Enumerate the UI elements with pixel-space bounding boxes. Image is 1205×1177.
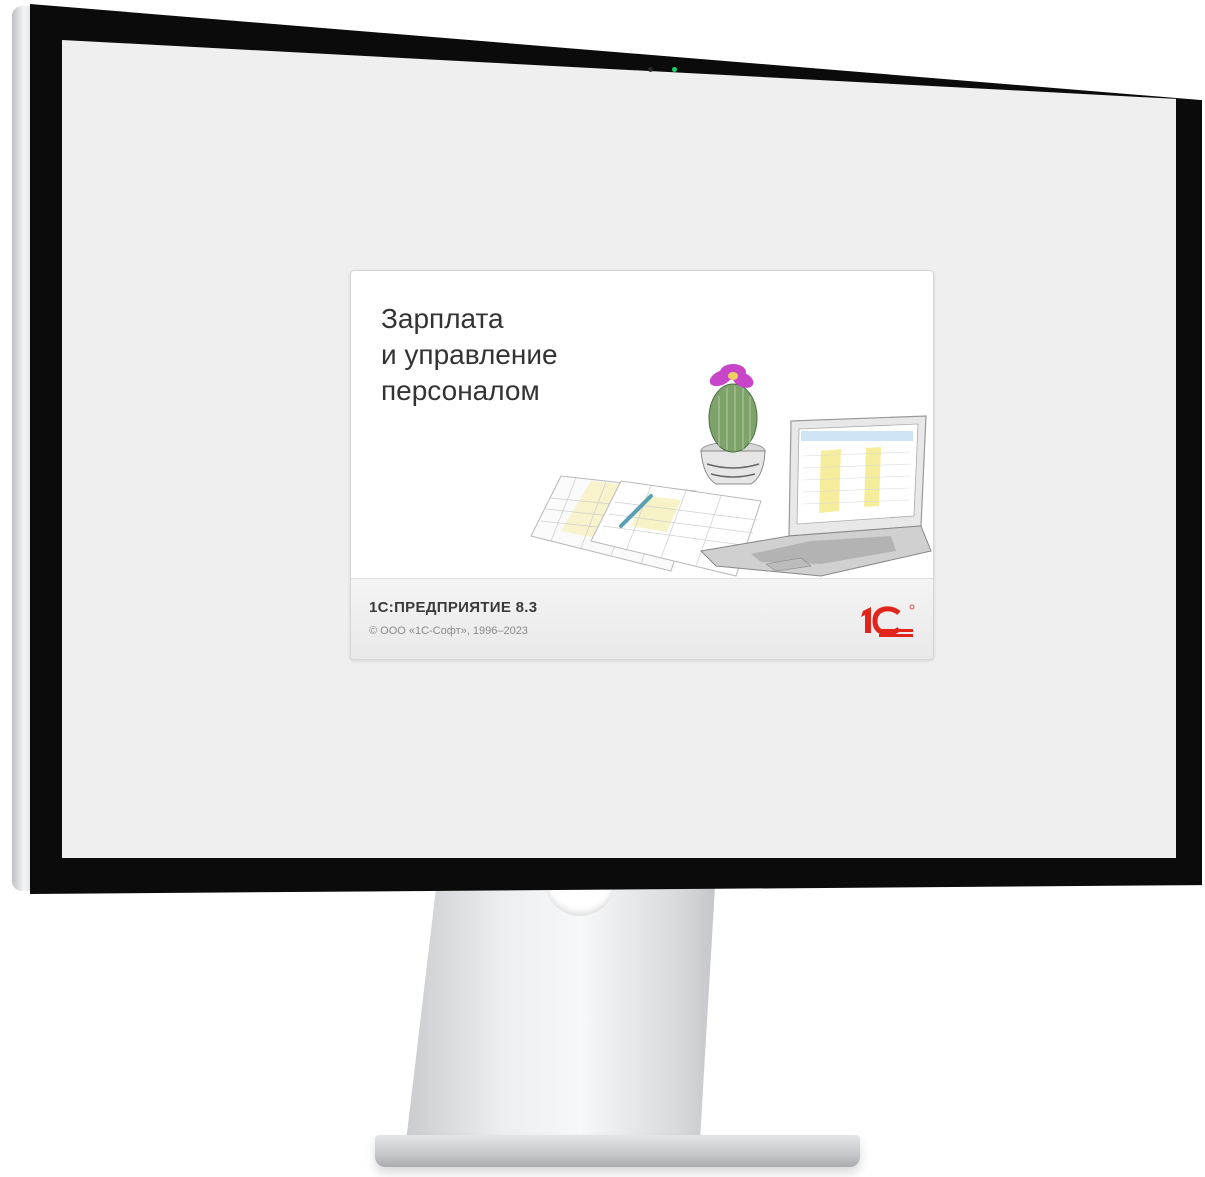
platform-name: 1С:ПРЕДПРИЯТИЕ 8.3	[369, 599, 538, 616]
cactus-laptop-documents-illustration	[530, 364, 932, 577]
monitor-stand-base	[375, 1135, 860, 1167]
splash-window: Зарплата и управление персоналом 1С:ПРЕД…	[350, 270, 934, 660]
cactus-icon	[700, 364, 766, 485]
1c-logo-icon	[861, 604, 915, 637]
splash-footer: 1С:ПРЕДПРИЯТИЕ 8.3 © ООО «1С-Софт», 1996…	[351, 578, 933, 659]
monitor-mockup: Зарплата и управление персоналом 1С:ПРЕД…	[0, 0, 1205, 1177]
monitor-stand-neck	[405, 880, 716, 1150]
camera-icon	[648, 66, 684, 74]
copyright-text: © ООО «1С-Софт», 1996–2023	[369, 625, 528, 637]
